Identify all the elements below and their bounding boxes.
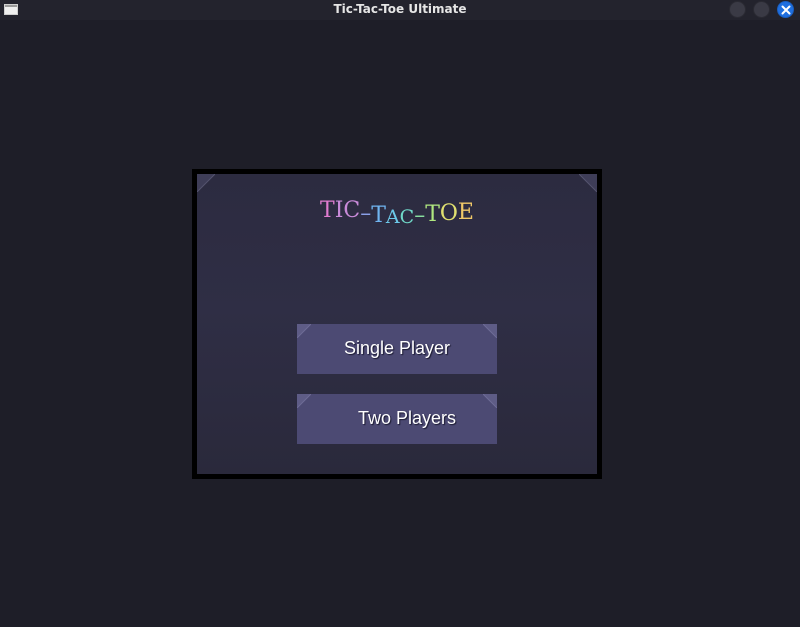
two-players-label: Two Players <box>357 408 457 428</box>
panel-corner-ornament <box>579 174 597 192</box>
logo-letter: A <box>385 206 400 228</box>
logo-letter: E <box>457 200 474 225</box>
close-x-icon <box>781 5 791 15</box>
title-bar[interactable]: Tic-Tac-Toe Ultimate <box>0 0 800 20</box>
logo-letter: C <box>399 206 415 228</box>
single-player-label: Single Player <box>343 338 451 358</box>
logo-letter: T <box>425 202 440 227</box>
main-menu-panel: TIC–TAC–TOE Single Player Two Players <box>197 174 597 474</box>
window-title: Tic-Tac-Toe Ultimate <box>333 2 467 16</box>
logo-letter: T <box>371 203 386 228</box>
logo-letter: – <box>414 203 426 228</box>
logo-letter: – <box>360 201 372 226</box>
logo-letter: T <box>320 198 335 223</box>
two-players-button[interactable]: Two Players <box>297 394 497 444</box>
single-player-button[interactable]: Single Player <box>297 324 497 374</box>
maximize-button[interactable] <box>753 1 770 18</box>
game-logo: TIC–TAC–TOE <box>197 198 597 228</box>
close-button[interactable] <box>777 1 794 18</box>
game-window: Tic-Tac-Toe Ultimate TIC–TAC–TOE Single … <box>0 0 800 627</box>
panel-corner-ornament <box>197 174 215 192</box>
logo-letter: O <box>439 201 458 226</box>
main-menu-frame: TIC–TAC–TOE Single Player Two Players <box>192 169 602 479</box>
minimize-button[interactable] <box>729 1 746 18</box>
logo-letter: IC <box>334 198 361 223</box>
